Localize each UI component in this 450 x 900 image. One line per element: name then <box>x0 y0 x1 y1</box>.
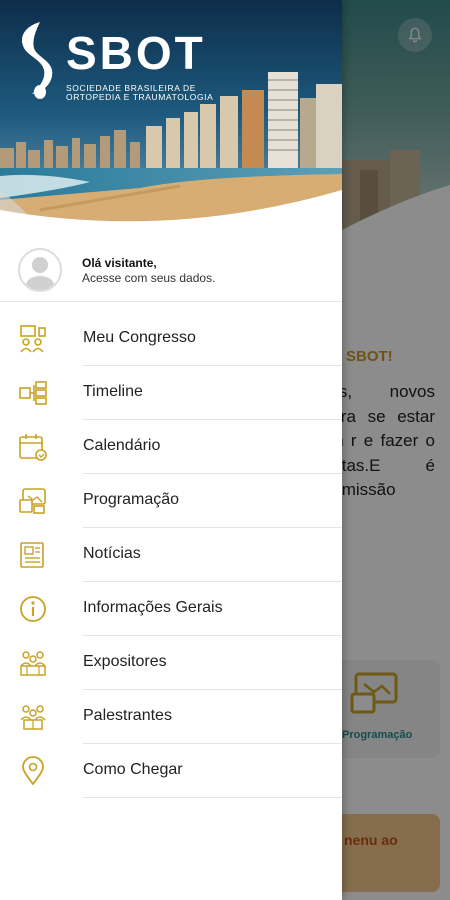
avatar <box>18 248 62 292</box>
schedule-icon <box>19 488 46 514</box>
menu-item-programacao[interactable]: Programação <box>0 474 342 528</box>
menu-item-timeline[interactable]: Timeline <box>0 366 342 420</box>
location-pin-icon <box>22 756 44 786</box>
menu-item-informacoes-gerais[interactable]: Informações Gerais <box>0 582 342 636</box>
sbot-logo-icon <box>21 22 53 99</box>
user-login-row[interactable]: Olá visitante, Acesse com seus dados. <box>0 240 342 302</box>
logo-wordmark: SBOT <box>66 27 206 79</box>
menu-label: Como Chegar <box>83 761 183 778</box>
menu-item-como-chegar[interactable]: Como Chegar <box>0 744 342 798</box>
menu-label: Notícias <box>83 545 141 562</box>
menu-label: Calendário <box>83 437 161 454</box>
speakers-icon <box>20 705 46 730</box>
menu-item-noticias[interactable]: Notícias <box>0 528 342 582</box>
news-icon <box>20 542 44 568</box>
login-prompt-text: Acesse com seus dados. <box>82 271 216 285</box>
info-icon <box>20 596 46 622</box>
logo-subtitle-line2: ORTOPEDIA E TRAUMATOLOGIA <box>66 92 214 102</box>
menu-item-palestrantes[interactable]: Palestrantes <box>0 690 342 744</box>
menu-label: Palestrantes <box>83 707 172 724</box>
divider <box>83 797 342 798</box>
drawer-header: SBOT SOCIEDADE BRASILEIRA DE ORTOPEDIA E… <box>0 0 342 228</box>
menu-label: Expositores <box>83 653 167 670</box>
menu-label: Timeline <box>83 383 143 400</box>
navigation-drawer: SBOT SOCIEDADE BRASILEIRA DE ORTOPEDIA E… <box>0 0 342 900</box>
menu-item-expositores[interactable]: Expositores <box>0 636 342 690</box>
timeline-icon <box>19 381 47 405</box>
menu-item-calendario[interactable]: Calendário <box>0 420 342 474</box>
drawer-menu: Meu Congresso Timeline Calendário Progra… <box>0 312 342 798</box>
greeting-text: Olá visitante, <box>82 256 157 270</box>
exhibitors-icon <box>20 651 46 676</box>
menu-label: Informações Gerais <box>83 599 223 616</box>
menu-label: Meu Congresso <box>83 329 196 346</box>
calendar-icon <box>19 434 47 461</box>
menu-label: Programação <box>83 491 180 508</box>
congress-icon <box>20 325 46 353</box>
menu-item-meu-congresso[interactable]: Meu Congresso <box>0 312 342 366</box>
